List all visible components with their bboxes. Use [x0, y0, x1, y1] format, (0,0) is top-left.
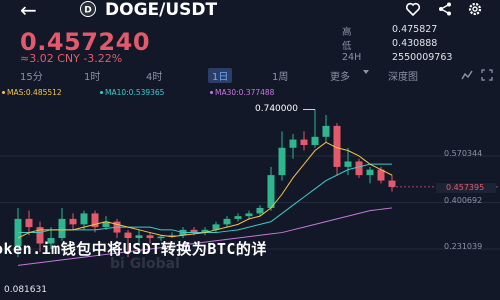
stat-label: 低 — [342, 41, 352, 52]
y-tick-label: 0.570344 — [444, 149, 483, 158]
stat-value: 0.430888 — [392, 38, 438, 49]
stat-value: 2550009763 — [392, 52, 453, 63]
candle-body — [322, 125, 330, 137]
favorite-icon[interactable] — [405, 1, 421, 17]
candle-body — [80, 213, 88, 225]
settings-icon[interactable] — [467, 1, 483, 17]
candle-body — [245, 213, 253, 217]
chevron-down-icon — [363, 70, 369, 74]
candle-body — [223, 218, 231, 225]
current-price-badge: 0.457395 — [436, 183, 496, 193]
y-tick-label: 0.400692 — [444, 196, 483, 205]
candle-body — [311, 136, 319, 146]
price-change: ≈3.02 CNY -3.22% — [20, 52, 123, 65]
ma10-dot — [100, 91, 103, 94]
tab-1d[interactable]: 1日 — [208, 68, 233, 83]
tab-15m[interactable]: 15分 — [20, 68, 43, 83]
candle-body — [344, 161, 352, 167]
candle-body — [234, 216, 242, 219]
tab-depth[interactable]: 深度图 — [388, 68, 418, 83]
tab-more[interactable]: 更多 — [330, 68, 350, 83]
chart-high-label: 0.740000 — [255, 104, 298, 114]
ma10-label: MA10:0.539365 — [105, 88, 165, 97]
tab-4h[interactable]: 4时 — [146, 68, 162, 83]
stat-label: 高 — [342, 27, 352, 38]
stat-label: 24H — [342, 52, 362, 63]
ma5-label: MAS:0.485512 — [7, 88, 62, 97]
svg-text:D: D — [84, 6, 91, 16]
doge-coin-icon: D — [80, 1, 96, 17]
share-icon[interactable] — [437, 1, 453, 17]
pair-title[interactable]: DOGE/USDT — [105, 0, 217, 20]
back-arrow-icon[interactable]: ← — [20, 0, 37, 20]
candle-body — [267, 175, 275, 208]
candle-body — [355, 161, 363, 176]
candle-body — [300, 139, 308, 146]
overlay-caption: oken.im钱包中将USDT转换为BTC的详 — [0, 240, 267, 258]
ma30-dot — [210, 91, 213, 94]
candle-body — [278, 147, 286, 176]
indicator-icon[interactable] — [461, 69, 473, 81]
ma30-label: MA30:0.377488 — [215, 88, 275, 97]
stat-value: 0.475827 — [392, 24, 438, 35]
tab-1h[interactable]: 1时 — [84, 68, 100, 83]
interval-tabs: 15分 1时 4时 1日 1周 更多 深度图 — [0, 68, 500, 83]
ma5-dot — [2, 91, 5, 94]
tab-1w[interactable]: 1周 — [272, 68, 288, 83]
candle-body — [388, 180, 396, 187]
candlestick-chart[interactable] — [0, 98, 500, 298]
candle-body — [256, 207, 264, 214]
candle-body — [289, 139, 297, 148]
y-tick-label: 0.231039 — [444, 242, 483, 251]
candle-body — [366, 169, 374, 176]
fullscreen-icon[interactable] — [481, 69, 493, 81]
candle-body — [69, 218, 77, 225]
header: ← D DOGE/USDT — [0, 0, 500, 20]
candle-body — [25, 218, 33, 228]
candle-body — [58, 218, 66, 239]
chart-low-label: 0.081631 — [4, 285, 47, 295]
